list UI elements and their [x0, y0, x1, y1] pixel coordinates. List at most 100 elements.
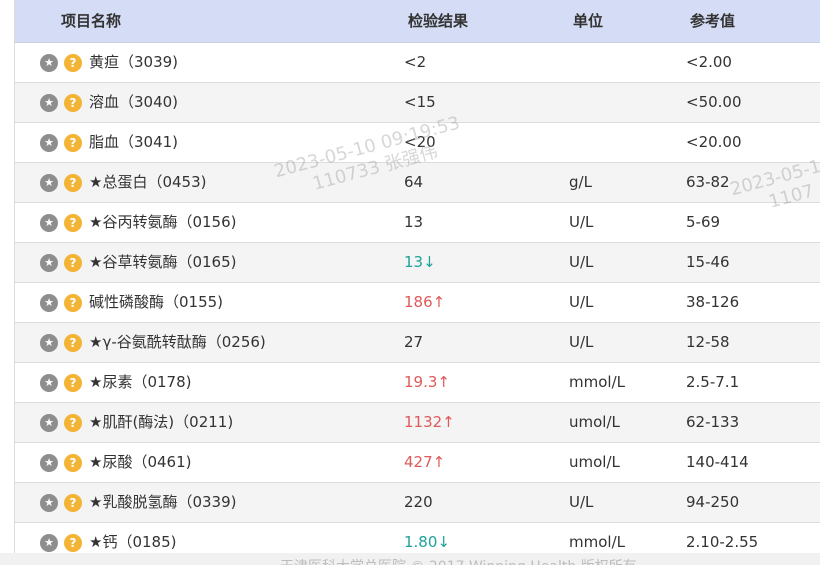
unit-value: g/L: [569, 173, 592, 191]
table-header: 项目名称 检验结果 单位 参考值: [15, 0, 820, 43]
unit-value: U/L: [569, 493, 594, 511]
question-icon[interactable]: ?: [64, 214, 82, 232]
row-actions: ★?: [40, 363, 84, 402]
result-value: 1.80↓: [404, 533, 450, 551]
row-actions: ★?: [40, 83, 84, 122]
star-icon[interactable]: ★: [40, 414, 58, 432]
row-actions: ★?: [40, 443, 84, 482]
reference-range: 15-46: [686, 253, 730, 271]
item-name: ★总蛋白（0453): [89, 173, 207, 191]
star-icon[interactable]: ★: [40, 54, 58, 72]
question-icon[interactable]: ?: [64, 414, 82, 432]
table-row[interactable]: ★? 溶血（3040) <15 <50.00: [15, 83, 820, 123]
item-name: ★乳酸脱氢酶（0339): [89, 493, 237, 511]
reference-range: 38-126: [686, 293, 740, 311]
table-row[interactable]: ★? 脂血（3041) <20 <20.00: [15, 123, 820, 163]
reference-range: 140-414: [686, 453, 749, 471]
star-icon[interactable]: ★: [40, 214, 58, 232]
unit-value: U/L: [569, 213, 594, 231]
reference-range: 2.10-2.55: [686, 533, 759, 551]
question-icon[interactable]: ?: [64, 294, 82, 312]
result-value: <15: [404, 93, 436, 111]
table-row[interactable]: ★? ★钙（0185) 1.80↓ mmol/L 2.10-2.55: [15, 523, 820, 553]
result-value: 19.3↑: [404, 373, 450, 391]
star-icon[interactable]: ★: [40, 534, 58, 552]
table-body: ★? 黄疸（3039) <2 <2.00 ★? 溶血（3040) <15 <50.00 ★? 脂血…: [15, 43, 820, 553]
header-unit: 单位: [573, 12, 604, 30]
item-name: ★钙（0185): [89, 533, 177, 551]
star-icon[interactable]: ★: [40, 174, 58, 192]
result-value: 220: [404, 493, 433, 511]
star-icon[interactable]: ★: [40, 254, 58, 272]
item-name: 黄疸（3039): [89, 53, 179, 71]
table-row[interactable]: ★? 碱性磷酸酶（0155) 186↑ U/L 38-126: [15, 283, 820, 323]
item-name: ★γ-谷氨酰转酞酶（0256): [89, 333, 266, 351]
result-value: <2: [404, 53, 427, 71]
reference-range: 62-133: [686, 413, 740, 431]
unit-value: mmol/L: [569, 533, 625, 551]
header-reference: 参考值: [690, 12, 736, 30]
result-value: <20: [404, 133, 436, 151]
result-value: 1132↑: [404, 413, 455, 431]
row-actions: ★?: [40, 523, 84, 553]
star-icon[interactable]: ★: [40, 374, 58, 392]
unit-value: U/L: [569, 333, 594, 351]
question-icon[interactable]: ?: [64, 254, 82, 272]
question-icon[interactable]: ?: [64, 54, 82, 72]
result-value: 64: [404, 173, 424, 191]
row-actions: ★?: [40, 283, 84, 322]
result-value: 427↑: [404, 453, 446, 471]
result-value: 186↑: [404, 293, 446, 311]
star-icon[interactable]: ★: [40, 294, 58, 312]
table-row[interactable]: ★? 黄疸（3039) <2 <2.00: [15, 43, 820, 83]
star-icon[interactable]: ★: [40, 454, 58, 472]
question-icon[interactable]: ?: [64, 454, 82, 472]
unit-value: umol/L: [569, 413, 620, 431]
star-icon[interactable]: ★: [40, 94, 58, 112]
row-actions: ★?: [40, 243, 84, 282]
unit-value: mmol/L: [569, 373, 625, 391]
reference-range: 2.5-7.1: [686, 373, 740, 391]
table-row[interactable]: ★? ★谷丙转氨酶（0156) 13 U/L 5-69: [15, 203, 820, 243]
question-icon[interactable]: ?: [64, 134, 82, 152]
star-icon[interactable]: ★: [40, 494, 58, 512]
row-actions: ★?: [40, 123, 84, 162]
unit-value: U/L: [569, 293, 594, 311]
header-result: 检验结果: [408, 12, 469, 30]
reference-range: 63-82: [686, 173, 730, 191]
table-row[interactable]: ★? ★总蛋白（0453) 64 g/L 63-82: [15, 163, 820, 203]
header-item-name: 项目名称: [61, 12, 122, 30]
unit-value: umol/L: [569, 453, 620, 471]
result-value: 13↓: [404, 253, 436, 271]
table-row[interactable]: ★? ★肌酐(酶法)（0211) 1132↑ umol/L 62-133: [15, 403, 820, 443]
question-icon[interactable]: ?: [64, 494, 82, 512]
footer: 天津医科大学总医院 © 2017 Winning Health 版权所有: [0, 553, 820, 565]
question-icon[interactable]: ?: [64, 374, 82, 392]
star-icon[interactable]: ★: [40, 134, 58, 152]
question-icon[interactable]: ?: [64, 94, 82, 112]
table-row[interactable]: ★? ★尿酸（0461) 427↑ umol/L 140-414: [15, 443, 820, 483]
reference-range: <2.00: [686, 53, 732, 71]
item-name: ★尿酸（0461): [89, 453, 192, 471]
star-icon[interactable]: ★: [40, 334, 58, 352]
row-actions: ★?: [40, 483, 84, 522]
lab-results-table: 项目名称 检验结果 单位 参考值 ★? 黄疸（3039) <2 <2.00 ★? 溶血（3…: [14, 0, 820, 553]
row-actions: ★?: [40, 403, 84, 442]
question-icon[interactable]: ?: [64, 534, 82, 552]
unit-value: U/L: [569, 253, 594, 271]
item-name: ★尿素（0178): [89, 373, 192, 391]
reference-range: 5-69: [686, 213, 721, 231]
reference-range: 94-250: [686, 493, 740, 511]
row-actions: ★?: [40, 43, 84, 82]
question-icon[interactable]: ?: [64, 174, 82, 192]
table-row[interactable]: ★? ★谷草转氨酶（0165) 13↓ U/L 15-46: [15, 243, 820, 283]
item-name: 碱性磷酸酶（0155): [89, 293, 224, 311]
table-row[interactable]: ★? ★γ-谷氨酰转酞酶（0256) 27 U/L 12-58: [15, 323, 820, 363]
table-row[interactable]: ★? ★乳酸脱氢酶（0339) 220 U/L 94-250: [15, 483, 820, 523]
table-row[interactable]: ★? ★尿素（0178) 19.3↑ mmol/L 2.5-7.1: [15, 363, 820, 403]
item-name: ★谷草转氨酶（0165): [89, 253, 237, 271]
item-name: 脂血（3041): [89, 133, 179, 151]
result-value: 13: [404, 213, 424, 231]
question-icon[interactable]: ?: [64, 334, 82, 352]
reference-range: <50.00: [686, 93, 742, 111]
